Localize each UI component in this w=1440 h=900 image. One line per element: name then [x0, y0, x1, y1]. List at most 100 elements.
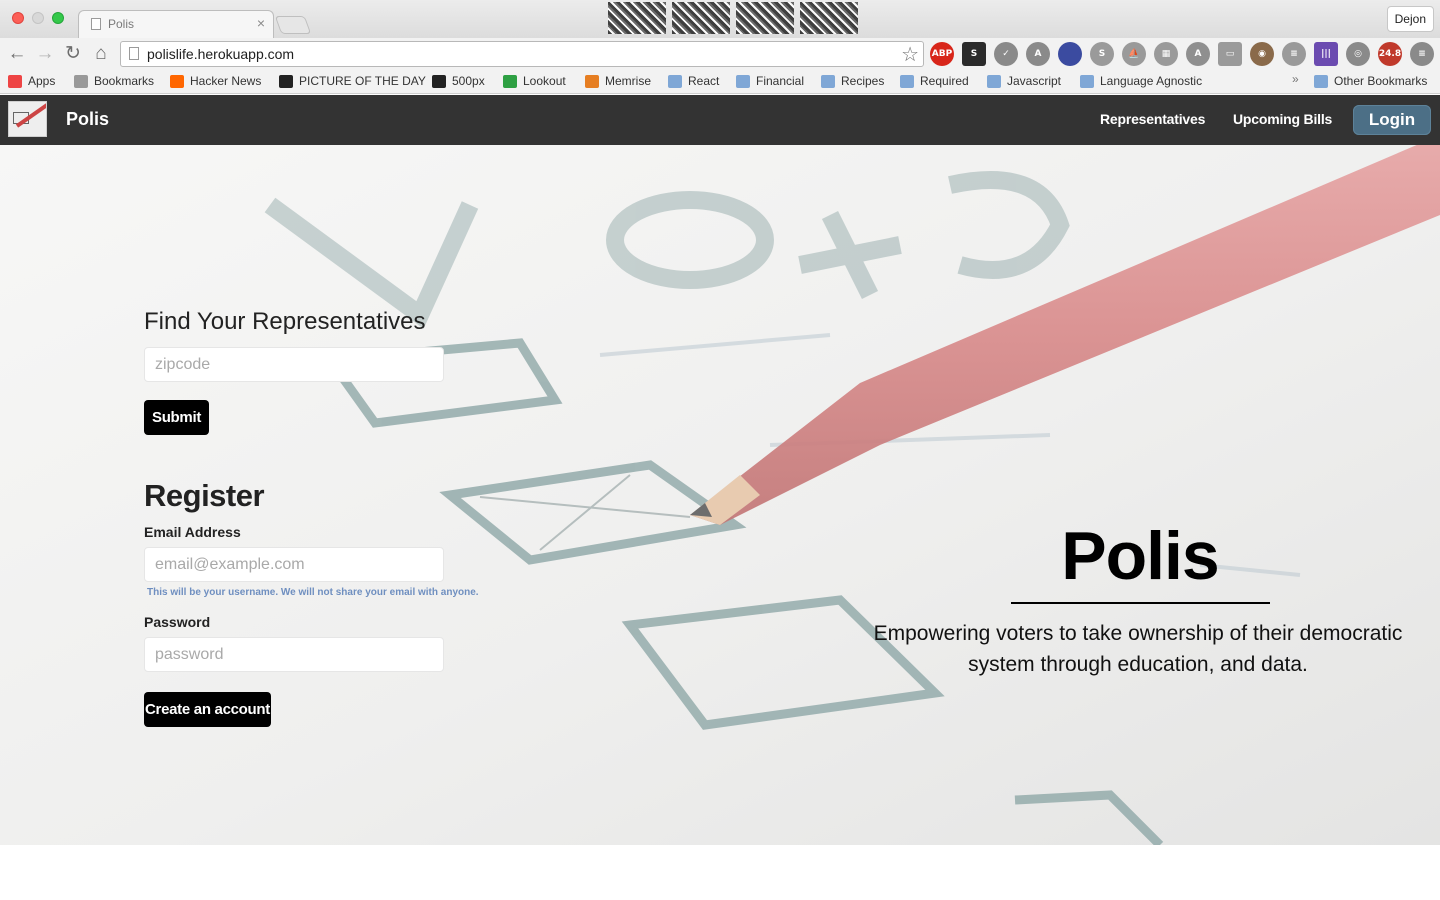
five-hundred-icon	[432, 74, 446, 88]
hero-divider	[1011, 602, 1270, 604]
compass-icon[interactable]: ✓	[994, 42, 1018, 66]
bookmark-memrise[interactable]: Memrise	[585, 74, 651, 88]
bookmark-hacker-news[interactable]: Hacker News	[170, 74, 261, 88]
bookmarks-bar: Apps Bookmarks Hacker News PICTURE OF THE D…	[0, 70, 1440, 94]
brand-name[interactable]: Polis	[66, 109, 109, 130]
bookmark-lookout[interactable]: Lookout	[503, 74, 566, 88]
email-help-text: This will be your username. We will not …	[147, 587, 479, 598]
lamp-icon[interactable]: ≡	[1282, 42, 1306, 66]
ship-icon[interactable]: ⛵	[1122, 42, 1146, 66]
bars-icon[interactable]: |||	[1314, 42, 1338, 66]
bookmark-required[interactable]: Required	[900, 74, 969, 88]
register-title: Register	[144, 478, 265, 513]
page-icon	[91, 18, 101, 30]
bookmark-label: 500px	[452, 74, 485, 88]
angular-icon[interactable]: A	[1186, 42, 1210, 66]
email-field[interactable]	[144, 547, 444, 582]
a-circle-icon[interactable]: A	[1026, 42, 1050, 66]
minimize-window-button[interactable]	[32, 12, 44, 24]
profile-button[interactable]: Dejon	[1386, 6, 1434, 32]
more-bookmarks-icon[interactable]: »	[1292, 72, 1299, 86]
bookmark-label: Required	[920, 74, 969, 88]
shield-icon	[503, 74, 517, 88]
extension-icons: ABP S ✓ A S ⛵ ▦ A ▭ ◉ ≡ ||| ◎ 24.8 ≡	[930, 42, 1434, 66]
titlebar-artwork	[608, 0, 858, 36]
bookmark-recipes[interactable]: Recipes	[821, 74, 884, 88]
target-icon[interactable]: ◎	[1346, 42, 1370, 66]
folder-icon	[1314, 74, 1328, 88]
other-bookmarks[interactable]: Other Bookmarks	[1314, 74, 1427, 88]
bookmark-label: Bookmarks	[94, 74, 155, 88]
tab-title: Polis	[108, 17, 135, 31]
browser-tab[interactable]: Polis ×	[78, 10, 274, 38]
y-icon	[170, 74, 184, 88]
bookmark-react[interactable]: React	[668, 74, 719, 88]
bookmark-label: Memrise	[605, 74, 652, 88]
address-bar[interactable]: polislife.herokuapp.com ☆	[120, 41, 924, 67]
zipcode-input[interactable]	[144, 347, 444, 382]
bookmark-financial[interactable]: Financial	[736, 74, 804, 88]
browser-titlebar: Polis × Dejon	[0, 0, 1440, 38]
bookmark-picture-of-the-day[interactable]: PICTURE OF THE DAY	[279, 74, 426, 88]
forward-icon[interactable]: →	[34, 43, 56, 65]
reload-icon[interactable]: ↻	[62, 43, 84, 65]
bookmark-javascript[interactable]: Javascript	[987, 74, 1061, 88]
other-bookmarks-label: Other Bookmarks	[1334, 74, 1428, 88]
brand-logo[interactable]	[8, 101, 47, 137]
tab-close-icon[interactable]: ×	[257, 15, 265, 31]
picture-icon	[279, 74, 293, 88]
browser-toolbar: ← → ↻ ⌂ polislife.herokuapp.com ☆ ABP S ✓ A…	[0, 38, 1440, 70]
folder-icon	[1080, 74, 1094, 88]
submit-zipcode-button[interactable]: Submit	[144, 400, 209, 435]
folder-icon	[668, 74, 682, 88]
bookmark-bookmarks[interactable]: Bookmarks	[74, 74, 154, 88]
instagram-icon[interactable]: ◉	[1250, 42, 1274, 66]
hero-title: Polis	[1061, 518, 1220, 594]
window-icon[interactable]: ▭	[1218, 42, 1242, 66]
find-representatives-title: Find Your Representatives	[144, 308, 426, 335]
close-window-button[interactable]	[12, 12, 24, 24]
nav-representatives-link[interactable]: Representatives	[1100, 111, 1205, 127]
bookmark-500px[interactable]: 500px	[432, 74, 485, 88]
new-tab-button[interactable]	[274, 16, 312, 34]
app-navbar: Polis Representatives Upcoming Bills Log…	[0, 95, 1440, 145]
bookmark-label: Hacker News	[190, 74, 262, 88]
flag-icon[interactable]	[1058, 42, 1082, 66]
bookmark-label: PICTURE OF THE DAY	[299, 74, 426, 88]
s-extension-icon[interactable]: S	[962, 42, 986, 66]
bookmark-label: Recipes	[841, 74, 885, 88]
bookmark-apps[interactable]: Apps	[8, 74, 55, 88]
password-field[interactable]	[144, 637, 444, 672]
url-text[interactable]: polislife.herokuapp.com	[147, 46, 294, 62]
password-label: Password	[144, 614, 211, 630]
star-icon	[74, 74, 88, 88]
bookmark-label: React	[688, 74, 720, 88]
bookmark-label: Language Agnostic	[1100, 74, 1203, 88]
bookmark-star-icon[interactable]: ☆	[901, 42, 919, 67]
bookmark-label: Lookout	[523, 74, 566, 88]
folder-icon	[987, 74, 1001, 88]
login-button[interactable]: Login	[1353, 105, 1431, 135]
create-account-button[interactable]: Create an account	[144, 692, 271, 727]
skype-icon[interactable]: S	[1090, 42, 1114, 66]
nav-upcoming-bills-link[interactable]: Upcoming Bills	[1233, 111, 1332, 127]
grid-icon[interactable]: ▦	[1154, 42, 1178, 66]
hero-tagline: Empowering voters to take ownership of t…	[873, 622, 1403, 676]
zoom-window-button[interactable]	[52, 12, 64, 24]
speedometer-icon[interactable]: 24.8	[1378, 42, 1402, 66]
adblock-plus-icon[interactable]: ABP	[930, 42, 954, 66]
menu-icon[interactable]: ≡	[1410, 42, 1434, 66]
bookmark-language-agnostic[interactable]: Language Agnostic	[1080, 74, 1202, 88]
apps-grid-icon	[8, 74, 22, 88]
folder-icon	[821, 74, 835, 88]
bookmark-label: Financial	[756, 74, 805, 88]
page-icon	[129, 47, 139, 60]
hero-section: Find Your Representatives Submit Registe…	[0, 145, 1440, 845]
home-icon[interactable]: ⌂	[90, 43, 112, 65]
bookmark-label: Javascript	[1007, 74, 1062, 88]
folder-icon	[736, 74, 750, 88]
folder-icon	[900, 74, 914, 88]
bookmark-label: Apps	[28, 74, 56, 88]
memrise-icon	[585, 74, 599, 88]
back-icon[interactable]: ←	[6, 43, 28, 65]
